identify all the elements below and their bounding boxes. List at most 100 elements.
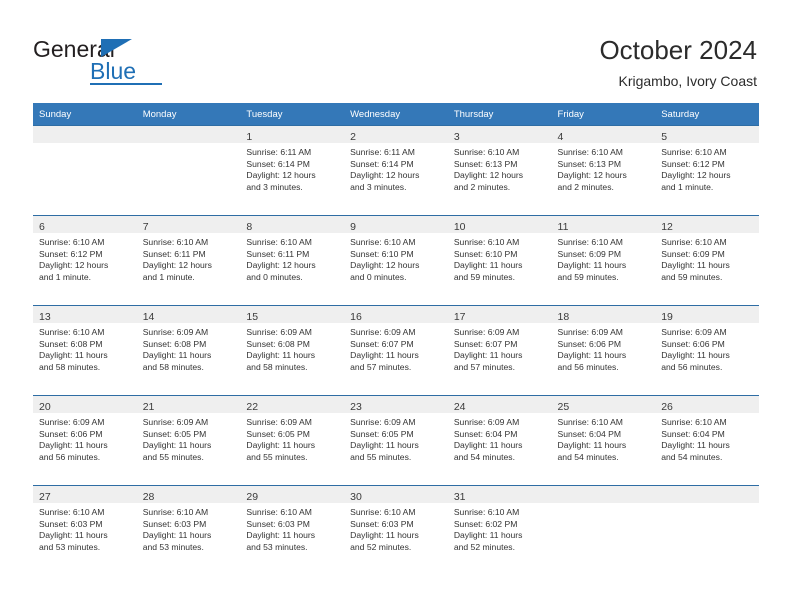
calendar-day-cell[interactable]: 29 Sunrise: 6:10 AM Sunset: 6:03 PM Dayligh… (240, 485, 345, 575)
calendar-day-cell[interactable]: 6 Sunrise: 6:10 AM Sunset: 6:12 PM Daylight… (33, 215, 137, 306)
daylight-text-line1: Daylight: 11 hours (453, 350, 523, 361)
sunset-text: Sunset: 6:09 PM (557, 248, 622, 259)
sunrise-text: Sunrise: 6:11 AM (350, 147, 415, 157)
day-number-strip (551, 486, 656, 503)
day-number: 24 (453, 401, 466, 413)
calendar-day-cell[interactable]: 13 Sunrise: 6:10 AM Sunset: 6:08 PM Dayligh… (33, 305, 137, 396)
day-details: Sunrise: 6:10 AM Sunset: 6:04 PM Daylight:… (552, 413, 656, 463)
day-number: 18 (557, 311, 570, 323)
calendar-day-cell[interactable]: 10 Sunrise: 6:10 AM Sunset: 6:10 PM Dayligh… (447, 215, 552, 306)
day-number: 29 (246, 491, 259, 503)
day-number-strip: 15 (240, 306, 345, 323)
day-details: Sunrise: 6:09 AM Sunset: 6:04 PM Daylight:… (448, 413, 552, 463)
daylight-text-line2: and 3 minutes. (350, 181, 407, 192)
general-blue-logo[interactable]: General Blue (33, 36, 233, 86)
daylight-text-line2: and 3 minutes. (246, 181, 303, 192)
calendar-day-cell[interactable]: 8 Sunrise: 6:10 AM Sunset: 6:11 PM Daylight… (240, 215, 345, 306)
weekday-header-friday: Friday (551, 103, 656, 126)
calendar-day-cell[interactable]: 7 Sunrise: 6:10 AM Sunset: 6:11 PM Daylight… (136, 215, 241, 306)
sunrise-text: Sunrise: 6:09 AM (661, 327, 727, 337)
calendar-day-cell[interactable]: 24 Sunrise: 6:09 AM Sunset: 6:04 PM Dayligh… (447, 395, 552, 486)
sunrise-text: Sunrise: 6:09 AM (350, 417, 416, 427)
calendar-day-cell-empty (33, 125, 137, 216)
day-details: Sunrise: 6:10 AM Sunset: 6:13 PM Daylight:… (552, 143, 656, 193)
daylight-text-line2: and 1 minute. (142, 271, 195, 282)
calendar-day-cell[interactable]: 12 Sunrise: 6:10 AM Sunset: 6:09 PM Dayligh… (655, 215, 759, 306)
day-details: Sunrise: 6:10 AM Sunset: 6:11 PM Daylight:… (240, 233, 344, 283)
sunrise-text: Sunrise: 6:10 AM (453, 507, 520, 517)
day-number: 2 (350, 131, 356, 143)
sunset-text: Sunset: 6:03 PM (246, 518, 310, 529)
calendar-day-cell[interactable]: 16 Sunrise: 6:09 AM Sunset: 6:07 PM Dayligh… (344, 305, 448, 396)
calendar-body: 1 Sunrise: 6:11 AM Sunset: 6:14 PM Daylight… (33, 125, 759, 575)
calendar-day-cell[interactable]: 23 Sunrise: 6:09 AM Sunset: 6:05 PM Dayligh… (344, 395, 448, 486)
calendar-day-cell[interactable]: 28 Sunrise: 6:10 AM Sunset: 6:03 PM Dayligh… (136, 485, 241, 575)
day-details: Sunrise: 6:10 AM Sunset: 6:11 PM Daylight:… (137, 233, 241, 283)
day-number-strip: 24 (447, 396, 552, 413)
calendar-day-cell[interactable]: 2 Sunrise: 6:11 AM Sunset: 6:14 PM Daylight… (344, 125, 448, 216)
calendar-day-cell[interactable]: 31 Sunrise: 6:10 AM Sunset: 6:02 PM Dayligh… (447, 485, 552, 575)
day-number-strip: 9 (344, 216, 448, 233)
calendar-day-cell[interactable]: 11 Sunrise: 6:10 AM Sunset: 6:09 PM Dayligh… (551, 215, 656, 306)
day-number: 9 (350, 221, 356, 233)
day-number: 27 (39, 491, 51, 503)
day-details: Sunrise: 6:10 AM Sunset: 6:04 PM Daylight:… (655, 413, 759, 463)
daylight-text-line2: and 54 minutes. (557, 451, 619, 462)
daylight-text-line2: and 56 minutes. (661, 361, 723, 372)
calendar-day-cell[interactable]: 3 Sunrise: 6:10 AM Sunset: 6:13 PM Daylight… (447, 125, 552, 216)
calendar-day-cell[interactable]: 4 Sunrise: 6:10 AM Sunset: 6:13 PM Daylight… (551, 125, 656, 216)
calendar-day-cell[interactable]: 21 Sunrise: 6:09 AM Sunset: 6:05 PM Dayligh… (136, 395, 241, 486)
daylight-text-line2: and 1 minute. (661, 181, 714, 192)
calendar-day-cell[interactable]: 20 Sunrise: 6:09 AM Sunset: 6:06 PM Dayligh… (33, 395, 137, 486)
calendar-day-cell[interactable]: 17 Sunrise: 6:09 AM Sunset: 6:07 PM Dayligh… (447, 305, 552, 396)
calendar-page: General Blue October 2024 Krigambo, Ivor… (0, 0, 792, 612)
weekday-header-sunday: Sunday (33, 103, 137, 126)
daylight-text-line2: and 57 minutes. (350, 361, 412, 372)
calendar-day-cell[interactable]: 5 Sunrise: 6:10 AM Sunset: 6:12 PM Daylight… (655, 125, 759, 216)
weekday-header-thursday: Thursday (447, 103, 552, 126)
daylight-text-line2: and 52 minutes. (350, 541, 412, 552)
calendar-day-cell[interactable]: 25 Sunrise: 6:10 AM Sunset: 6:04 PM Dayligh… (551, 395, 656, 486)
calendar-day-cell[interactable]: 27 Sunrise: 6:10 AM Sunset: 6:03 PM Dayligh… (33, 485, 137, 575)
daylight-text-line1: Daylight: 11 hours (557, 260, 627, 271)
calendar-day-cell[interactable]: 18 Sunrise: 6:09 AM Sunset: 6:06 PM Dayligh… (551, 305, 656, 396)
calendar-day-cell[interactable]: 26 Sunrise: 6:10 AM Sunset: 6:04 PM Dayligh… (655, 395, 759, 486)
sunrise-text: Sunrise: 6:10 AM (142, 507, 209, 517)
calendar-day-cell-empty (551, 485, 656, 575)
day-number: 26 (661, 401, 673, 413)
day-number: 20 (39, 401, 51, 413)
day-number-strip: 17 (447, 306, 552, 323)
calendar-day-cell[interactable]: 15 Sunrise: 6:09 AM Sunset: 6:08 PM Dayligh… (240, 305, 345, 396)
daylight-text-line1: Daylight: 12 hours (246, 170, 316, 181)
sunset-text: Sunset: 6:04 PM (557, 428, 622, 439)
calendar-day-cell[interactable]: 19 Sunrise: 6:09 AM Sunset: 6:06 PM Dayligh… (655, 305, 759, 396)
day-number-strip: 18 (551, 306, 656, 323)
daylight-text-line1: Daylight: 11 hours (142, 530, 212, 541)
calendar-day-cell[interactable]: 1 Sunrise: 6:11 AM Sunset: 6:14 PM Daylight… (240, 125, 345, 216)
daylight-text-line2: and 57 minutes. (453, 361, 515, 372)
calendar-day-cell-empty (136, 125, 241, 216)
calendar-day-cell[interactable]: 22 Sunrise: 6:09 AM Sunset: 6:05 PM Dayligh… (240, 395, 345, 486)
sunset-text: Sunset: 6:07 PM (453, 338, 518, 349)
daylight-text-line1: Daylight: 11 hours (661, 440, 730, 451)
day-number: 21 (142, 401, 155, 413)
daylight-text-line1: Daylight: 12 hours (350, 260, 420, 271)
sunset-text: Sunset: 6:07 PM (350, 338, 414, 349)
calendar-day-cell[interactable]: 14 Sunrise: 6:09 AM Sunset: 6:08 PM Dayligh… (136, 305, 241, 396)
day-number: 28 (142, 491, 155, 503)
calendar-week-row: 1 Sunrise: 6:11 AM Sunset: 6:14 PM Daylight… (33, 125, 759, 216)
day-number-strip: 2 (344, 126, 448, 143)
logo-triangle-icon (101, 39, 132, 57)
day-number: 15 (246, 311, 259, 323)
calendar-day-cell[interactable]: 9 Sunrise: 6:10 AM Sunset: 6:10 PM Daylight… (344, 215, 448, 306)
daylight-text-line1: Daylight: 12 hours (350, 170, 420, 181)
sunrise-text: Sunrise: 6:09 AM (557, 327, 623, 337)
sunset-text: Sunset: 6:11 PM (246, 248, 310, 259)
daylight-text-line2: and 53 minutes. (246, 541, 308, 552)
day-number: 1 (246, 131, 253, 143)
day-number: 22 (246, 401, 259, 413)
day-details: Sunrise: 6:10 AM Sunset: 6:09 PM Daylight:… (655, 233, 759, 283)
calendar-day-cell[interactable]: 30 Sunrise: 6:10 AM Sunset: 6:03 PM Dayligh… (344, 485, 448, 575)
sunrise-text: Sunrise: 6:10 AM (557, 237, 623, 247)
page-title: October 2024 (599, 35, 757, 65)
